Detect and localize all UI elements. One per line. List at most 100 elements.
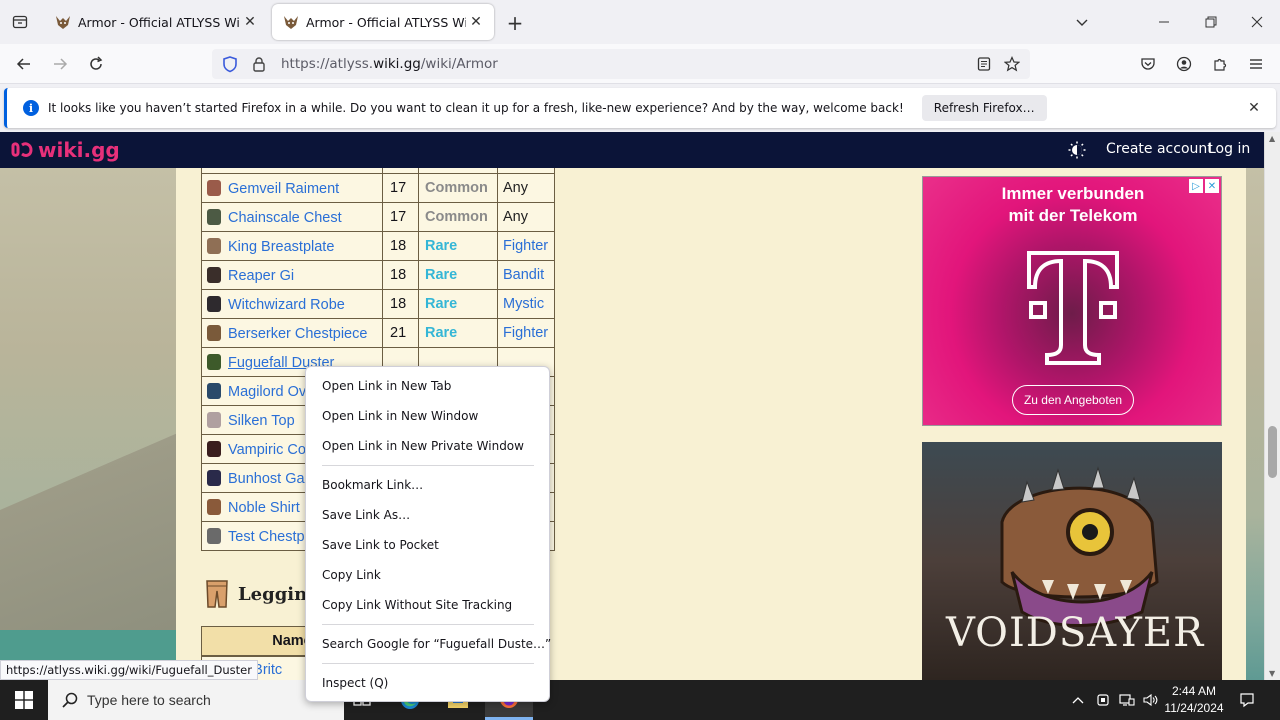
taskbar-search-box[interactable]: Type here to search <box>48 680 344 720</box>
menu-copy-link[interactable]: Copy Link <box>322 568 381 582</box>
item-level-cell: 17 <box>382 173 419 203</box>
item-rarity-cell: Rare <box>418 260 498 290</box>
pocket-icon[interactable] <box>1134 50 1162 78</box>
item-class-cell[interactable]: Fighter <box>497 231 555 261</box>
menu-search-google[interactable]: Search Google for “Fuguefall Duste…” <box>322 637 551 651</box>
item-armor-icon <box>207 440 221 457</box>
item-level-cell: 21 <box>382 318 419 348</box>
link-status-url: https://atlyss.wiki.gg/wiki/Fuguefall_Du… <box>0 660 258 680</box>
menu-save-link-to-pocket[interactable]: Save Link to Pocket <box>322 538 439 552</box>
volume-icon[interactable] <box>1141 680 1161 720</box>
app-menu-hamburger-icon[interactable] <box>1242 50 1270 78</box>
wiki-gg-logo[interactable]: wiki.gg <box>10 138 120 162</box>
list-all-tabs-chevron-icon[interactable] <box>1068 8 1096 36</box>
item-rarity-cell: Rare <box>418 231 498 261</box>
item-class-cell[interactable]: Fighter <box>497 318 555 348</box>
tab-close-icon[interactable]: ✕ <box>240 12 260 32</box>
item-class-cell[interactable]: Mystic <box>497 289 555 319</box>
firefox-view-icon <box>12 15 28 29</box>
tracking-protection-shield-icon[interactable] <box>221 55 239 73</box>
item-name-cell: Reaper Gi <box>201 260 383 290</box>
scroll-thumb[interactable] <box>1268 426 1277 478</box>
voidsayer-ad[interactable]: VOIDSAYER <box>922 442 1222 680</box>
page-scrollbar[interactable]: ▲ ▼ <box>1264 132 1280 680</box>
armor-table-row: Reaper Gi 18 Rare Bandit <box>201 260 555 290</box>
item-name-cell: Chainscale Chest <box>201 202 383 232</box>
menu-inspect[interactable]: Inspect (Q) <box>322 676 388 690</box>
item-name-link[interactable]: Chainscale Chest <box>228 210 342 226</box>
item-level-cell: 18 <box>382 289 419 319</box>
forward-arrow-icon <box>54 58 68 70</box>
item-name-link[interactable]: Bunhost Gar <box>228 471 309 487</box>
item-name-link[interactable]: King Breastplate <box>228 239 334 255</box>
close-window-button[interactable] <box>1243 8 1271 36</box>
account-icon[interactable] <box>1170 50 1198 78</box>
link-context-menu: Open Link in New Tab Open Link in New Wi… <box>305 366 551 702</box>
item-armor-icon <box>207 382 221 399</box>
menu-bookmark-link[interactable]: Bookmark Link… <box>322 478 423 492</box>
device-icon[interactable] <box>1093 680 1113 720</box>
item-name-link[interactable]: Witchwizard Robe <box>228 297 345 313</box>
menu-open-link-new-window[interactable]: Open Link in New Window <box>322 409 478 423</box>
bookmark-star-icon[interactable] <box>1002 54 1022 74</box>
taskbar-clock[interactable]: 2:44 AM 11/24/2024 <box>1160 683 1228 717</box>
item-name-link[interactable]: Magilord Ov <box>228 384 306 400</box>
item-name-link[interactable]: Gemveil Raiment <box>228 181 339 197</box>
back-button[interactable] <box>10 50 38 78</box>
extensions-puzzle-icon[interactable] <box>1206 50 1234 78</box>
scroll-down-arrow-icon[interactable]: ▼ <box>1269 669 1275 678</box>
tab-inactive[interactable]: Armor - Official ATLYSS Wiki ✕ <box>44 4 268 40</box>
theme-toggle-icon[interactable] <box>1068 141 1086 159</box>
menu-copy-link-without-tracking[interactable]: Copy Link Without Site Tracking <box>322 598 512 612</box>
new-tab-button[interactable]: + <box>502 10 528 36</box>
scroll-up-arrow-icon[interactable]: ▲ <box>1269 134 1275 143</box>
web-page: wiki.gg Create account Log in Fortified … <box>0 132 1264 680</box>
telekom-ad[interactable]: ▷ ✕ Immer verbunden mit der Telekom Zu d… <box>922 176 1222 426</box>
item-armor-icon <box>207 411 221 428</box>
item-name-link[interactable]: Vampiric Coa <box>228 442 314 458</box>
reload-button[interactable] <box>82 50 110 78</box>
ad-cta-button[interactable]: Zu den Angeboten <box>1012 385 1134 415</box>
url-text[interactable]: https://atlyss.wiki.gg/wiki/Armor <box>281 56 974 72</box>
refresh-firefox-button[interactable]: Refresh Firefox… <box>921 95 1047 121</box>
armor-table-row: Gemveil Raiment 17 Common Any <box>201 173 555 203</box>
tab-strip: Armor - Official ATLYSS Wiki ✕ Armor - O… <box>0 0 1280 44</box>
item-class-cell[interactable]: Bandit <box>497 260 555 290</box>
lock-icon[interactable] <box>251 56 267 72</box>
tab-close-icon[interactable]: ✕ <box>466 12 486 32</box>
ad-headline: Immer verbunden mit der Telekom <box>923 183 1221 227</box>
tab-list-button[interactable] <box>6 8 34 36</box>
forward-button[interactable] <box>46 50 74 78</box>
item-name-link[interactable]: Berserker Chestpiece <box>228 326 367 342</box>
telekom-t-logo-icon <box>1027 251 1119 365</box>
item-name-link[interactable]: Reaper Gi <box>228 268 294 284</box>
url-bar[interactable]: https://atlyss.wiki.gg/wiki/Armor <box>212 49 1030 79</box>
url-prefix: https://atlyss. <box>281 56 374 72</box>
tab-active[interactable]: Armor - Official ATLYSS Wiki ✕ <box>272 4 494 40</box>
reader-view-icon[interactable] <box>974 54 994 74</box>
armor-table-row: King Breastplate 18 Rare Fighter <box>201 231 555 261</box>
item-name-link[interactable]: Silken Top <box>228 413 295 429</box>
menu-open-link-new-tab[interactable]: Open Link in New Tab <box>322 379 451 393</box>
item-name-link[interactable]: Test Chestpi <box>228 529 308 545</box>
close-notification-icon[interactable]: ✕ <box>1246 100 1262 116</box>
restore-button[interactable] <box>1197 8 1225 36</box>
search-icon <box>62 692 78 708</box>
create-account-link[interactable]: Create account <box>1106 141 1213 157</box>
item-level-cell: 18 <box>382 260 419 290</box>
menu-open-link-private-window[interactable]: Open Link in New Private Window <box>322 439 524 453</box>
start-button[interactable] <box>0 680 48 720</box>
item-level-cell: 17 <box>382 202 419 232</box>
item-name-link[interactable]: Noble Shirt <box>228 500 300 516</box>
minimize-button[interactable] <box>1150 8 1178 36</box>
item-armor-icon <box>207 498 221 515</box>
network-icon[interactable] <box>1117 680 1137 720</box>
item-class-cell: Any <box>497 202 555 232</box>
item-rarity-cell: Common <box>418 173 498 203</box>
show-hidden-icons-chevron-icon[interactable] <box>1068 680 1088 720</box>
notification-center-icon[interactable] <box>1236 680 1258 720</box>
log-in-link[interactable]: Log in <box>1208 141 1250 157</box>
wiki-header: wiki.gg Create account Log in <box>0 132 1264 168</box>
item-name-cell: Berserker Chestpiece <box>201 318 383 348</box>
menu-save-link-as[interactable]: Save Link As… <box>322 508 410 522</box>
